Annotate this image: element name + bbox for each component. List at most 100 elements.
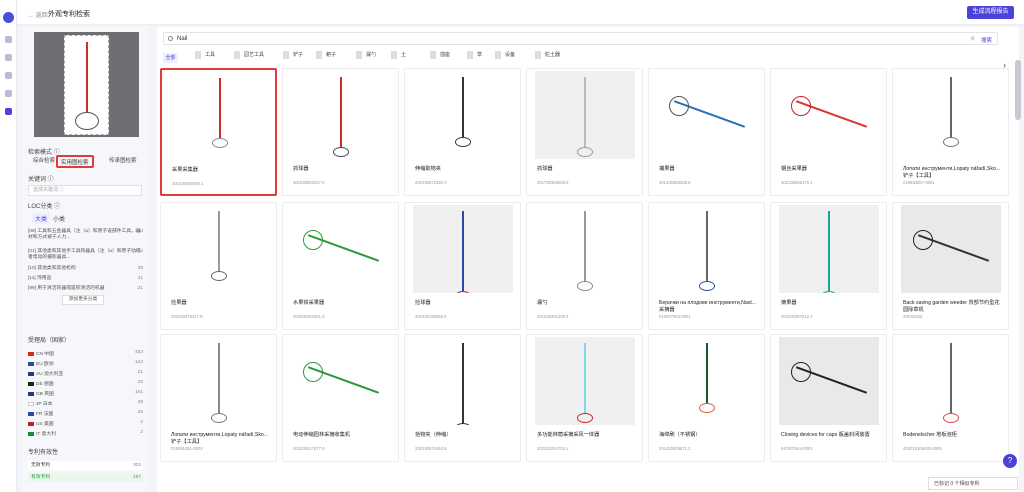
result-card[interactable]: 捕果器 201430356538.6 [648, 68, 765, 196]
result-image [901, 337, 1001, 425]
results-panel: Nail ⊗ 搜索 全部 工具 园艺工具 铲子 耙子 漏勺 土 插座 草 设备 粒土器 采果采集器… [157, 27, 1019, 492]
query-image-preview[interactable] [34, 32, 139, 137]
result-number: 047937644-0001 [781, 446, 813, 451]
marked-patents-note[interactable]: 已标记 0 个相似专利 [928, 477, 1018, 490]
result-image [169, 337, 269, 425]
filter-thumb-icon [356, 50, 362, 59]
nav-active-icon[interactable] [5, 108, 12, 115]
filter-chip[interactable]: 草 [465, 50, 484, 61]
nav-settings-icon[interactable] [5, 90, 12, 97]
result-card[interactable]: 拾物夹（伸缩） 202230571653.8 [404, 334, 521, 462]
result-card[interactable]: 水果铁采果器 202030264461.3 [282, 202, 399, 330]
mode-comprehensive[interactable]: 综合检索 [30, 155, 58, 168]
result-card[interactable]: 漏勺 201630291209.4 [526, 202, 643, 330]
country-item[interactable]: JP 日本 38 [28, 400, 143, 407]
filter-chip[interactable]: 工具 [193, 50, 217, 61]
result-name: Берачки на плодове инструменти,Nast... 采… [659, 300, 757, 313]
filter-chip[interactable]: 园艺工具 [232, 50, 266, 61]
generate-report-button[interactable]: 生成流程报告 [967, 6, 1014, 19]
left-panel: 检索模式 ⓘ 综合检索 实用图检索 传承图检索 关键词 ⓘ 选择关键词 ⓘ LO… [22, 27, 148, 492]
result-card[interactable]: 海绵刷（不锈钢） 201430509671.3 [648, 334, 765, 462]
nav-doc-icon[interactable] [5, 72, 12, 79]
mode-heritage-search[interactable]: 传承图检索 [106, 155, 140, 168]
country-item[interactable]: EU 欧洲 144 [28, 360, 143, 367]
result-card[interactable]: 采果采集器 201430690590.1 [160, 68, 277, 196]
filter-all[interactable]: 全部 [163, 53, 178, 63]
result-number: 202230397612.7 [781, 314, 813, 319]
search-query[interactable]: Nail [177, 36, 187, 42]
result-name: 多功能林荫采摘采风一体器 [537, 432, 600, 438]
country-item[interactable]: DE 德国 25 [28, 380, 143, 387]
loc-item[interactable]: [11] 饰用品 41 [28, 276, 143, 282]
result-card[interactable]: 摘果器 202230397612.7 [770, 202, 887, 330]
page-title: 外观专利检索 [48, 11, 90, 18]
filter-chip[interactable]: 漏勺 [354, 50, 378, 61]
result-card[interactable]: Лопати инструменти,Lopaty nářadí,Sko... … [160, 334, 277, 462]
filter-label: 园艺工具 [244, 52, 265, 58]
country-item[interactable]: US 美国 2 [28, 420, 143, 427]
result-image [657, 337, 757, 425]
result-card[interactable]: 抓球器 301930802537.0 [282, 68, 399, 196]
result-name: 水果铁采果器 [293, 300, 325, 306]
filter-thumb-icon [234, 50, 240, 59]
loc-item[interactable]: [10] 其他类和其他机构 38 [28, 266, 143, 272]
result-card[interactable]: Лопати инструменти,Lopaty nářadí,Sko... … [892, 68, 1009, 196]
result-number: 202230571653.8 [415, 446, 447, 451]
help-button[interactable]: ? [1003, 454, 1017, 468]
filter-chip[interactable]: 铲子 [281, 50, 305, 61]
result-number: 019630557-0001 [903, 180, 935, 185]
result-card[interactable]: 电动伸缩园林采摘收集机 202230417577.0 [282, 334, 399, 462]
add-more-category-button[interactable]: 添加更多分类 [62, 295, 104, 305]
scrollbar[interactable] [1015, 60, 1021, 120]
result-card[interactable]: 抓球器 301730366036.5 [526, 68, 643, 196]
result-card[interactable]: Bodenelscher 地板泡柜 402019106435-0005 [892, 334, 1009, 462]
result-card[interactable]: 捡球器 201930136039.0 [404, 202, 521, 330]
result-name: 采果采集器 [172, 167, 198, 173]
validity-invalid[interactable]: 无效专利 303 [28, 461, 143, 470]
search-bar[interactable]: Nail ⊗ 搜索 [163, 32, 998, 45]
result-card[interactable]: 多功能林荫采摘采风一体器 202230234702.x [526, 334, 643, 462]
result-card[interactable]: Back saving garden weeder 背部节约型花园除草机 29C8… [892, 202, 1009, 330]
result-number: 202030264461.3 [293, 314, 325, 319]
keyword-input[interactable]: 选择关键词 ⓘ [28, 185, 142, 196]
filter-chip[interactable]: 粒土器 [533, 50, 562, 61]
result-image [779, 71, 879, 159]
mode-image-search[interactable]: 实用图检索 [56, 155, 94, 168]
result-number: 29C8320d [903, 314, 923, 319]
app-logo-icon[interactable] [3, 12, 14, 23]
filter-label: 草 [477, 52, 483, 58]
filter-chip[interactable]: 设备 [493, 50, 517, 61]
result-image [535, 205, 635, 293]
search-button[interactable]: 搜索 [981, 36, 992, 44]
result-card[interactable]: 钢丝采果器 302130066179.1 [770, 68, 887, 196]
chevron-right-icon[interactable]: › [1003, 60, 1006, 70]
result-card[interactable]: Closing devices for caps 瓶盖封闭装置 047937644… [770, 334, 887, 462]
country-item[interactable]: AU 澳大利亚 21 [28, 370, 143, 377]
loc-item[interactable]: [99] 用于清洁的器或是积清洁的机器 21 [28, 286, 143, 292]
filter-label: 土 [401, 52, 407, 58]
result-card[interactable]: 伸缩取物夹 202030672330.X [404, 68, 521, 196]
country-item[interactable]: FR 法国 26 [28, 410, 143, 417]
filter-chip[interactable]: 插座 [428, 50, 452, 61]
nav-search-icon[interactable] [5, 54, 12, 61]
result-card[interactable]: 捡果器 202330379417.9 [160, 202, 277, 330]
back-link[interactable]: ← 返回 [28, 10, 48, 19]
loc-tab-minor[interactable]: 小类 [50, 213, 68, 224]
clear-icon[interactable]: ⊗ [970, 36, 975, 42]
country-item[interactable]: GB 英国 161 [28, 390, 143, 397]
filter-label: 工具 [205, 52, 216, 58]
filter-chip[interactable]: 土 [389, 50, 408, 61]
loc-item[interactable]: [08] 工具和五金器具（注（a）和原子设部件工具，器材和方式被于人力... 32… [28, 229, 143, 241]
filter-chip[interactable]: 耙子 [314, 50, 338, 61]
result-image [535, 71, 635, 159]
nav-cloud-icon[interactable] [5, 36, 12, 43]
loc-tab-major[interactable]: 大类 [32, 213, 51, 224]
loc-item[interactable]: [01] 其他类和其他手工具和器具（注（a）和原子动或者电动的摄影器具... 10… [28, 249, 143, 261]
country-item[interactable]: IT 意大利 2 [28, 430, 143, 437]
keyword-label: 关键词 ⓘ [28, 177, 54, 183]
result-number: 202230417577.0 [293, 446, 325, 451]
result-card[interactable]: Берачки на плодове инструменти,Nast... 采… [648, 202, 765, 330]
country-item[interactable]: CN 中国 453 [28, 350, 143, 357]
result-image [779, 205, 879, 293]
validity-valid[interactable]: 有效专利 497 [28, 473, 143, 482]
